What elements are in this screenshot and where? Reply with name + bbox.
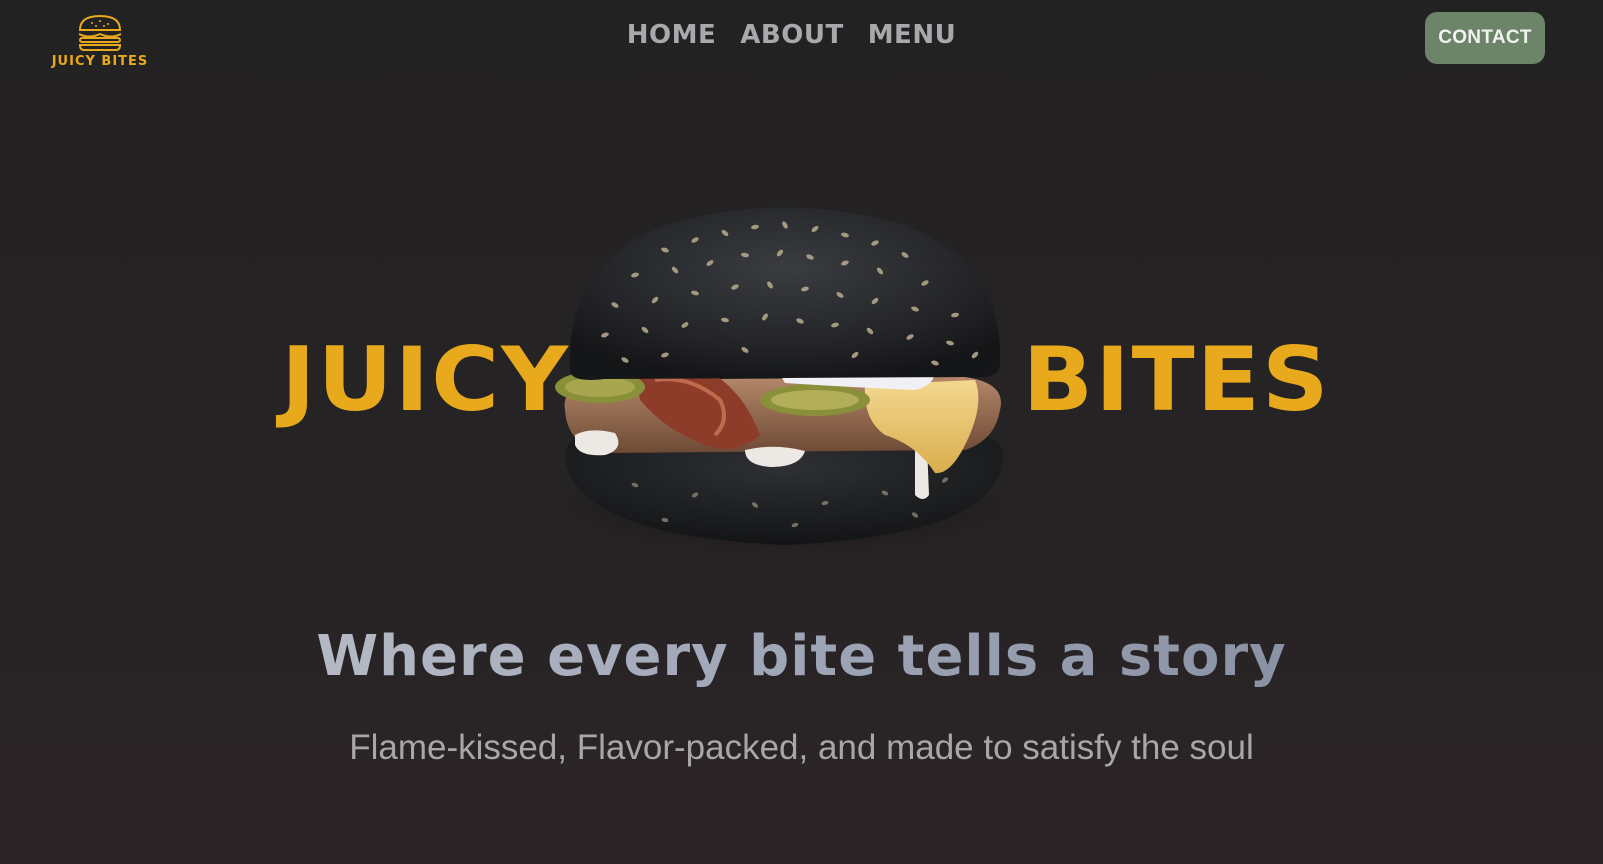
- hero-subline: Flame-kissed, Flavor-packed, and made to…: [349, 728, 1254, 767]
- hero-word-right: BITES: [1022, 328, 1331, 431]
- main-nav: HOME ABOUT MENU: [0, 20, 1603, 50]
- contact-button[interactable]: CONTACT: [1425, 12, 1545, 64]
- burger-image: [555, 207, 1015, 555]
- nav-menu-link[interactable]: MENU: [868, 20, 957, 50]
- hero-word-left: JUICY: [281, 328, 571, 431]
- nav-about-link[interactable]: ABOUT: [740, 20, 843, 50]
- nav-home-link[interactable]: HOME: [627, 20, 717, 50]
- logo-text: JUICY BITES: [51, 54, 149, 69]
- hero-tagline: Where every bite tells a story: [0, 622, 1603, 692]
